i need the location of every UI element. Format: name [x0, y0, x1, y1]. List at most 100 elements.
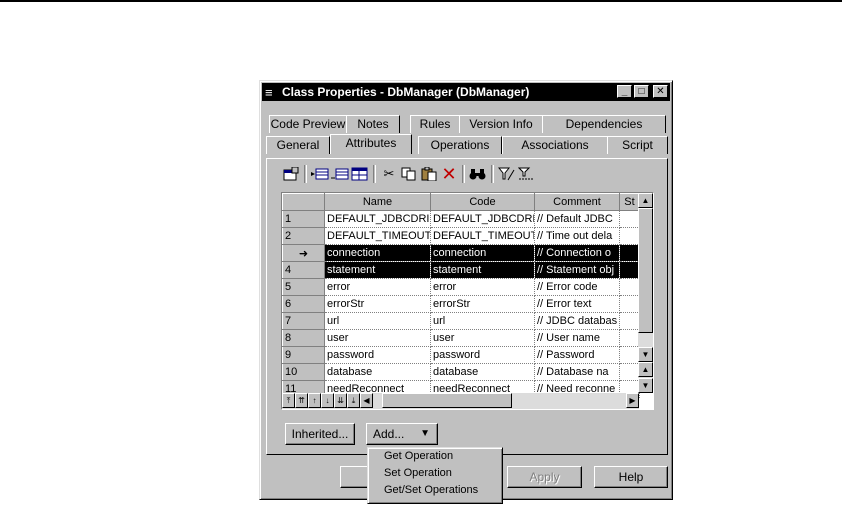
- add-row-icon[interactable]: [330, 164, 350, 184]
- move-up-icon[interactable]: ↑: [308, 393, 321, 408]
- table-row[interactable]: 10 database database // Database na: [282, 363, 640, 381]
- cell-stereotype[interactable]: [619, 244, 640, 262]
- scroll-up-icon[interactable]: ▲: [638, 193, 653, 208]
- filter-icon[interactable]: [497, 164, 517, 184]
- table-row[interactable]: 7 url url // JDBC databas: [282, 312, 640, 330]
- tab-attributes[interactable]: Attributes: [330, 134, 412, 154]
- cell-code[interactable]: DEFAULT_TIMEOUT: [430, 227, 535, 245]
- cell-name[interactable]: statement: [324, 261, 431, 279]
- table-row[interactable]: 5 error error // Error code: [282, 278, 640, 296]
- maximize-button[interactable]: □: [634, 85, 649, 98]
- row-number[interactable]: 7: [282, 312, 325, 330]
- move-down-page-icon[interactable]: ⇊: [334, 393, 347, 408]
- cell-stereotype[interactable]: [619, 346, 640, 364]
- row-number[interactable]: 4: [282, 261, 325, 279]
- vertical-scrollbar[interactable]: ▲ ▼ ▲ ▼: [638, 193, 653, 393]
- add-dropdown-button[interactable]: Add... ▼: [366, 423, 438, 445]
- cell-stereotype[interactable]: [619, 363, 640, 381]
- cell-comment[interactable]: // JDBC databas: [534, 312, 620, 330]
- cell-name[interactable]: DEFAULT_TIMEOUT: [324, 227, 431, 245]
- cell-comment[interactable]: // Time out dela: [534, 227, 620, 245]
- tab-code-preview[interactable]: Code Preview: [269, 115, 347, 133]
- cell-name[interactable]: error: [324, 278, 431, 296]
- row-header-corner[interactable]: [282, 193, 325, 211]
- tab-dependencies[interactable]: Dependencies: [542, 115, 666, 133]
- cell-stereotype[interactable]: [619, 227, 640, 245]
- horizontal-scroll-thumb[interactable]: [382, 393, 512, 408]
- table-row[interactable]: 2 DEFAULT_TIMEOUT DEFAULT_TIMEOUT // Tim…: [282, 227, 640, 245]
- close-button[interactable]: ✕: [653, 85, 668, 98]
- cell-code[interactable]: database: [430, 363, 535, 381]
- system-menu-icon[interactable]: ≡: [265, 85, 279, 100]
- cell-stereotype[interactable]: [619, 295, 640, 313]
- tab-script[interactable]: Script: [607, 136, 668, 154]
- move-down-icon[interactable]: ↓: [321, 393, 334, 408]
- cell-stereotype[interactable]: [619, 329, 640, 347]
- cell-stereotype[interactable]: [619, 210, 640, 228]
- tab-operations[interactable]: Operations: [418, 136, 502, 154]
- scroll-right-icon[interactable]: ▶: [626, 393, 639, 408]
- cell-code[interactable]: url: [430, 312, 535, 330]
- cell-code[interactable]: DEFAULT_JDBCDRI: [430, 210, 535, 228]
- column-header-stereotype[interactable]: St: [619, 193, 640, 211]
- cell-name[interactable]: url: [324, 312, 431, 330]
- table-row-selected[interactable]: 4 statement statement // Statement obj: [282, 261, 640, 279]
- scroll-left-icon[interactable]: ◀: [360, 393, 373, 408]
- copy-icon[interactable]: [399, 164, 419, 184]
- inherited-button[interactable]: Inherited...: [285, 423, 355, 445]
- cell-comment[interactable]: // Statement obj: [534, 261, 620, 279]
- row-number[interactable]: 6: [282, 295, 325, 313]
- apply-button[interactable]: Apply: [507, 466, 582, 488]
- row-number[interactable]: 10: [282, 363, 325, 381]
- column-header-name[interactable]: Name: [324, 193, 431, 211]
- tab-notes[interactable]: Notes: [346, 115, 400, 133]
- find-icon[interactable]: [468, 164, 488, 184]
- cell-name[interactable]: user: [324, 329, 431, 347]
- table-row[interactable]: 6 errorStr errorStr // Error text: [282, 295, 640, 313]
- tab-version-info[interactable]: Version Info: [459, 115, 543, 133]
- row-number[interactable]: 2: [282, 227, 325, 245]
- cell-comment[interactable]: // Connection o: [534, 244, 620, 262]
- menu-item-set-operation[interactable]: Set Operation: [368, 465, 502, 482]
- move-top-icon[interactable]: ▲: [638, 362, 653, 377]
- current-row-arrow-icon[interactable]: ➜: [282, 244, 325, 262]
- cell-name[interactable]: database: [324, 363, 431, 381]
- cell-comment[interactable]: // Error text: [534, 295, 620, 313]
- row-number[interactable]: 1: [282, 210, 325, 228]
- cell-name[interactable]: connection: [324, 244, 431, 262]
- menu-item-get-set-operations[interactable]: Get/Set Operations: [368, 482, 502, 499]
- minimize-button[interactable]: _: [617, 85, 632, 98]
- tab-associations[interactable]: Associations: [502, 136, 608, 154]
- menu-item-get-operation[interactable]: Get Operation: [368, 448, 502, 465]
- tab-general[interactable]: General: [266, 136, 330, 154]
- row-number[interactable]: 9: [282, 346, 325, 364]
- cut-icon[interactable]: ✂: [379, 164, 399, 184]
- insert-row-icon[interactable]: [310, 164, 330, 184]
- cell-name[interactable]: errorStr: [324, 295, 431, 313]
- scroll-down-icon[interactable]: ▼: [638, 347, 653, 362]
- table-row[interactable]: 1 DEFAULT_JDBCDRI DEFAULT_JDBCDRI // Def…: [282, 210, 640, 228]
- cell-comment[interactable]: // User name: [534, 329, 620, 347]
- delete-icon[interactable]: ✕: [439, 164, 459, 184]
- cell-code[interactable]: user: [430, 329, 535, 347]
- cell-stereotype[interactable]: [619, 261, 640, 279]
- move-up-page-icon[interactable]: ⇈: [295, 393, 308, 408]
- table-row[interactable]: 8 user user // User name: [282, 329, 640, 347]
- table-row[interactable]: 9 password password // Password: [282, 346, 640, 364]
- column-header-comment[interactable]: Comment: [534, 193, 620, 211]
- cell-comment[interactable]: // Error code: [534, 278, 620, 296]
- cell-stereotype[interactable]: [619, 312, 640, 330]
- add-attributes-icon[interactable]: [350, 164, 370, 184]
- paste-icon[interactable]: [419, 164, 439, 184]
- move-to-top-icon[interactable]: ⤒: [282, 393, 295, 408]
- vertical-scroll-thumb[interactable]: [638, 208, 653, 333]
- tab-rules[interactable]: Rules: [410, 115, 460, 133]
- move-bottom-icon[interactable]: ▼: [638, 378, 653, 393]
- table-row-selected-current[interactable]: ➜ connection connection // Connection o: [282, 244, 640, 262]
- cell-name[interactable]: DEFAULT_JDBCDRI: [324, 210, 431, 228]
- cell-name[interactable]: password: [324, 346, 431, 364]
- properties-icon[interactable]: [281, 164, 301, 184]
- customize-columns-icon[interactable]: [517, 164, 537, 184]
- cell-comment[interactable]: // Password: [534, 346, 620, 364]
- attributes-grid[interactable]: Name Code Comment St 1 DEFAULT_JDBCDRI D…: [281, 192, 654, 410]
